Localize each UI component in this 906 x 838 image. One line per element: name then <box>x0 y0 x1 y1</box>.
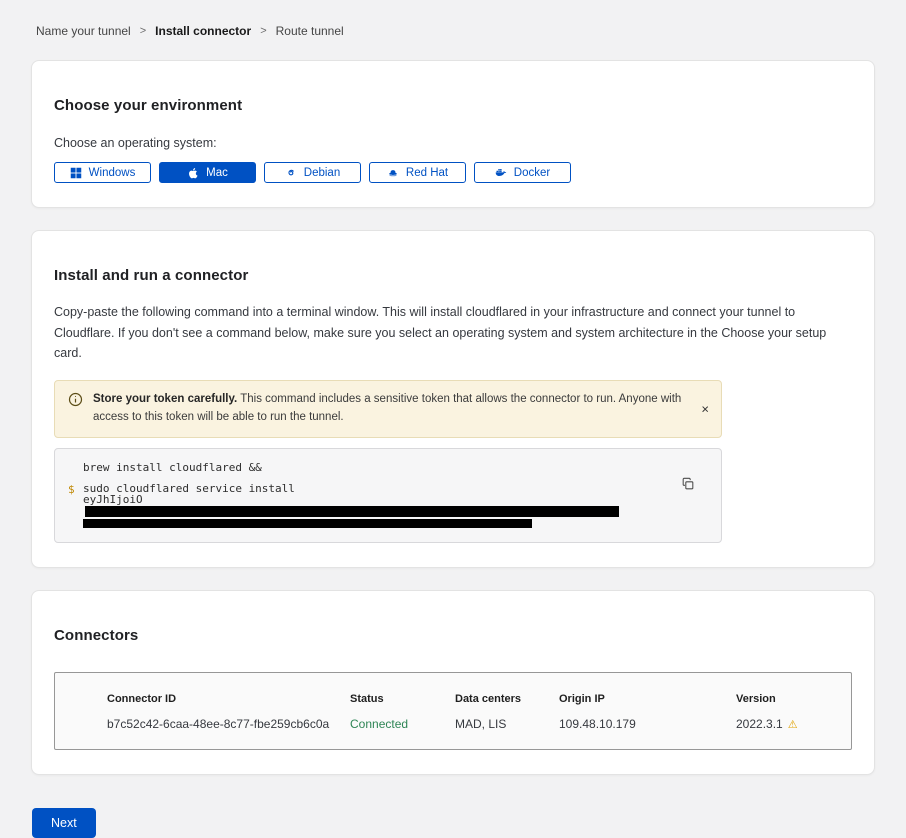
connector-id-value: b7c52c42-6caa-48ee-8c77-fbe259cb6c0a <box>107 717 350 731</box>
version-cell: 2022.3.1 ⚠ <box>736 717 831 731</box>
code-line: brew install cloudflared && <box>68 461 661 474</box>
environment-card: Choose your environment Choose an operat… <box>31 60 875 208</box>
next-button[interactable]: Next <box>32 808 96 838</box>
os-button-redhat[interactable]: Red Hat <box>369 162 466 183</box>
info-icon <box>68 392 83 412</box>
windows-icon <box>70 167 82 179</box>
breadcrumb-separator: > <box>260 25 266 37</box>
breadcrumb-step-name-your-tunnel[interactable]: Name your tunnel <box>36 24 131 38</box>
os-button-group: Windows Mac Debian Red Hat <box>54 162 852 183</box>
install-command: sudo cloudflared service install eyJhIjo… <box>83 483 661 529</box>
table-row: b7c52c42-6caa-48ee-8c77-fbe259cb6c0a Con… <box>107 717 831 731</box>
breadcrumb-step-route-tunnel[interactable]: Route tunnel <box>276 24 344 38</box>
version-warning-icon: ⚠ <box>788 718 798 731</box>
os-button-mac[interactable]: Mac <box>159 162 256 183</box>
data-centers-value: MAD, LIS <box>455 717 559 731</box>
page: Name your tunnel > Install connector > R… <box>0 0 906 838</box>
code-line: $ sudo cloudflared service install eyJhI… <box>68 483 661 529</box>
debian-icon <box>285 167 297 179</box>
col-header-status: Status <box>350 693 455 705</box>
token-warning-title: Store your token carefully. <box>93 393 237 405</box>
status-badge: Connected <box>350 717 455 731</box>
install-card: Install and run a connector Copy-paste t… <box>31 230 875 568</box>
code-gutter <box>68 461 83 474</box>
connectors-table: Connector ID Status Data centers Origin … <box>54 672 852 750</box>
apple-icon <box>187 167 199 179</box>
install-card-title: Install and run a connector <box>54 267 852 284</box>
install-description: Copy-paste the following command into a … <box>54 302 852 364</box>
copy-icon[interactable] <box>679 475 697 496</box>
origin-ip-value: 109.48.10.179 <box>559 717 736 731</box>
breadcrumb-separator: > <box>140 25 146 37</box>
redacted-token-bar <box>83 519 532 528</box>
connectors-card-title: Connectors <box>54 627 852 644</box>
brew-install-text: brew install cloudflared && <box>83 461 262 474</box>
os-button-label: Docker <box>514 167 550 179</box>
version-value: 2022.3.1 <box>736 717 783 731</box>
token-warning-text: Store your token carefully. This command… <box>93 391 687 427</box>
breadcrumb-step-install-connector: Install connector <box>155 24 251 38</box>
os-button-label: Debian <box>304 167 340 179</box>
token-line: eyJhIjoiO <box>83 494 661 517</box>
token-warning-banner: Store your token carefully. This command… <box>54 380 722 438</box>
breadcrumb: Name your tunnel > Install connector > R… <box>0 0 906 38</box>
token-prefix-text: eyJhIjoiO <box>83 493 143 506</box>
os-button-label: Mac <box>206 167 228 179</box>
os-select-label: Choose an operating system: <box>54 136 852 150</box>
service-install-text: sudo cloudflared service install <box>83 483 661 495</box>
os-button-label: Red Hat <box>406 167 448 179</box>
docker-icon <box>495 167 507 179</box>
environment-card-title: Choose your environment <box>54 97 852 114</box>
install-command-codeblock: brew install cloudflared && $ sudo cloud… <box>54 448 722 544</box>
shell-prompt: $ <box>68 483 83 529</box>
col-header-origin-ip: Origin IP <box>559 693 736 705</box>
os-button-label: Windows <box>89 167 136 179</box>
redacted-token-bar <box>85 506 619 517</box>
os-button-docker[interactable]: Docker <box>474 162 571 183</box>
close-icon[interactable]: × <box>699 400 711 417</box>
os-button-windows[interactable]: Windows <box>54 162 151 183</box>
table-header-row: Connector ID Status Data centers Origin … <box>107 693 831 705</box>
connectors-card: Connectors Connector ID Status Data cent… <box>31 590 875 775</box>
col-header-version: Version <box>736 693 831 705</box>
redhat-icon <box>387 167 399 179</box>
os-button-debian[interactable]: Debian <box>264 162 361 183</box>
col-header-connector-id: Connector ID <box>107 693 350 705</box>
col-header-data-centers: Data centers <box>455 693 559 705</box>
